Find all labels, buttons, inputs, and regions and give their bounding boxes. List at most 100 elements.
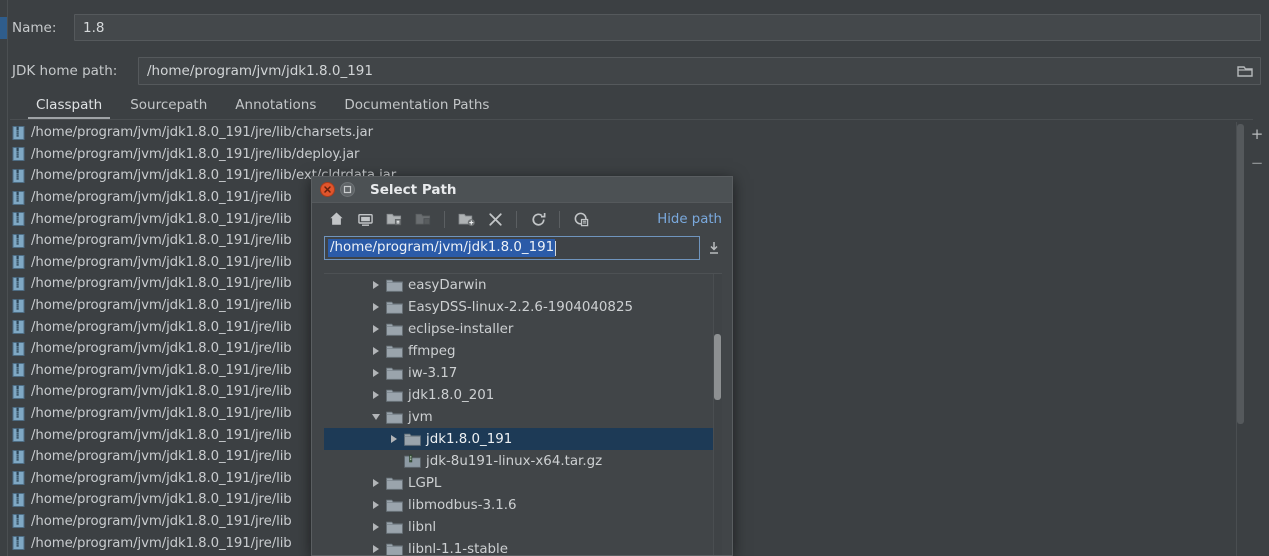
classpath-entry-label: /home/program/jvm/jdk1.8.0_191/jre/lib xyxy=(31,211,292,227)
folder-browse-icon[interactable] xyxy=(1234,61,1256,81)
tree-node[interactable]: jvm xyxy=(324,406,713,428)
home-icon xyxy=(329,212,343,225)
tree-toggle-closed[interactable] xyxy=(368,277,384,293)
show-hidden-icon xyxy=(574,212,588,226)
classpath-entry-label: /home/program/jvm/jdk1.8.0_191/jre/lib/d… xyxy=(31,146,360,162)
tree-node-label: jvm xyxy=(408,409,433,425)
tree-toggle-closed[interactable] xyxy=(386,431,402,447)
jar-file-icon xyxy=(12,341,25,356)
archive-icon xyxy=(404,454,421,468)
home-button[interactable] xyxy=(324,207,348,231)
tree-toggle-closed[interactable] xyxy=(368,365,384,381)
tree-node[interactable]: jdk1.8.0_201 xyxy=(324,384,713,406)
path-tabs: Classpath Sourcepath Annotations Documentat… xyxy=(22,96,503,120)
tree-node[interactable]: easyDarwin xyxy=(324,274,713,296)
classpath-entry[interactable]: /home/program/jvm/jdk1.8.0_191/jre/lib/c… xyxy=(8,122,1245,144)
tree-node-label: libnl-1.1-stable xyxy=(408,541,508,556)
jdk-home-path-row: JDK home path: /home/program/jvm/jdk1.8.… xyxy=(12,57,1261,85)
folder-icon xyxy=(386,411,403,424)
hide-path-link[interactable]: Hide path xyxy=(657,212,722,227)
jar-file-icon xyxy=(12,233,25,248)
classpath-entry[interactable]: /home/program/jvm/jdk1.8.0_191/jre/lib/d… xyxy=(8,144,1245,166)
tabs-underline xyxy=(10,119,1253,120)
tree-toggle-closed[interactable] xyxy=(368,541,384,555)
classpath-scrollbar-thumb[interactable] xyxy=(1237,124,1244,424)
classpath-entry-label: /home/program/jvm/jdk1.8.0_191/jre/lib xyxy=(31,298,292,314)
tree-node[interactable]: LGPL xyxy=(324,472,713,494)
dialog-titlebar: Select Path xyxy=(312,177,732,203)
tree-toggle-closed[interactable] xyxy=(368,321,384,337)
tree-node[interactable]: iw-3.17 xyxy=(324,362,713,384)
text-caret xyxy=(555,240,557,256)
tab-sourcepath[interactable]: Sourcepath xyxy=(116,96,221,115)
path-input[interactable]: /home/program/jvm/jdk1.8.0_191 xyxy=(324,236,700,260)
tree-node[interactable]: libnl-1.1-stable xyxy=(324,538,713,556)
classpath-entry-label: /home/program/jvm/jdk1.8.0_191/jre/lib xyxy=(31,341,292,357)
new-folder-button[interactable] xyxy=(454,207,478,231)
tab-classpath[interactable]: Classpath xyxy=(22,96,116,119)
toolbar-separator xyxy=(516,210,517,228)
classpath-entry-label: /home/program/jvm/jdk1.8.0_191/jre/lib xyxy=(31,535,292,551)
tree-node-label: iw-3.17 xyxy=(408,365,458,381)
tree-node[interactable]: libmodbus-3.1.6 xyxy=(324,494,713,516)
jar-file-icon xyxy=(12,384,25,399)
tree-scrollbar-thumb[interactable] xyxy=(714,334,721,400)
show-hidden-button[interactable] xyxy=(569,207,593,231)
tree-node-selected[interactable]: jdk1.8.0_191 xyxy=(324,428,713,450)
tree-toggle-closed[interactable] xyxy=(368,387,384,403)
jar-file-icon xyxy=(12,492,25,507)
dialog-toolbar: Hide path xyxy=(312,203,732,235)
desktop-button[interactable] xyxy=(353,207,377,231)
classpath-entry-label: /home/program/jvm/jdk1.8.0_191/jre/lib/c… xyxy=(31,125,373,141)
remove-path-button[interactable]: − xyxy=(1247,153,1267,173)
tree-node-label: jdk-8u191-linux-x64.tar.gz xyxy=(426,453,603,469)
jar-file-icon xyxy=(12,471,25,486)
jdk-home-path-label: JDK home path: xyxy=(12,63,118,79)
jar-file-icon xyxy=(12,276,25,291)
tree-node[interactable]: EasyDSS-linux-2.2.6-1904040825 xyxy=(324,296,713,318)
minimize-window-button[interactable] xyxy=(340,182,355,197)
delete-button[interactable] xyxy=(483,207,507,231)
tree-scrollbar[interactable] xyxy=(713,274,722,555)
tab-documentation-paths[interactable]: Documentation Paths xyxy=(330,96,503,115)
tree-node[interactable]: libnl xyxy=(324,516,713,538)
jar-file-icon xyxy=(12,212,25,227)
add-path-button[interactable]: + xyxy=(1247,124,1267,144)
download-path-icon[interactable] xyxy=(706,240,722,256)
tree-toggle-closed[interactable] xyxy=(368,497,384,513)
refresh-icon xyxy=(531,212,545,226)
tree-node-label: ffmpeg xyxy=(408,343,456,359)
refresh-button[interactable] xyxy=(526,207,550,231)
tree-toggle-closed[interactable] xyxy=(368,343,384,359)
name-input[interactable]: 1.8 xyxy=(74,14,1261,41)
tab-annotations[interactable]: Annotations xyxy=(221,96,330,115)
dialog-path-row: /home/program/jvm/jdk1.8.0_191 xyxy=(324,235,722,261)
chevron-right-icon xyxy=(373,545,379,553)
tree-node[interactable]: jdk-8u191-linux-x64.tar.gz xyxy=(324,450,713,472)
jar-file-icon xyxy=(12,298,25,313)
jdk-home-path-input[interactable]: /home/program/jvm/jdk1.8.0_191 xyxy=(138,57,1261,85)
folder-icon xyxy=(386,389,403,402)
name-row: Name: 1.8 xyxy=(12,14,1261,41)
directory-tree[interactable]: easyDarwin EasyDSS-linux-2.2.6-190404082… xyxy=(324,274,713,556)
tree-toggle-closed[interactable] xyxy=(368,299,384,315)
jar-file-icon xyxy=(12,536,25,551)
toolbar-separator xyxy=(559,210,560,228)
tree-toggle-open[interactable] xyxy=(368,409,384,425)
tree-node[interactable]: eclipse-installer xyxy=(324,318,713,340)
jar-file-icon xyxy=(12,363,25,378)
name-input-value: 1.8 xyxy=(83,19,105,36)
tree-toggle-closed[interactable] xyxy=(368,475,384,491)
toolbar-separator xyxy=(444,210,445,228)
tree-node[interactable]: ffmpeg xyxy=(324,340,713,362)
folder-icon xyxy=(386,345,403,358)
delete-icon xyxy=(488,212,502,226)
folder-icon xyxy=(386,301,403,314)
folder-up-button[interactable] xyxy=(382,207,406,231)
chevron-right-icon xyxy=(373,281,379,289)
classpath-entry-label: /home/program/jvm/jdk1.8.0_191/jre/lib xyxy=(31,362,292,378)
close-window-button[interactable] xyxy=(320,182,335,197)
tree-toggle-closed[interactable] xyxy=(368,519,384,535)
select-path-dialog: Select Path Hide path /home/program/jvm/… xyxy=(311,176,733,556)
jar-file-icon xyxy=(12,320,25,335)
